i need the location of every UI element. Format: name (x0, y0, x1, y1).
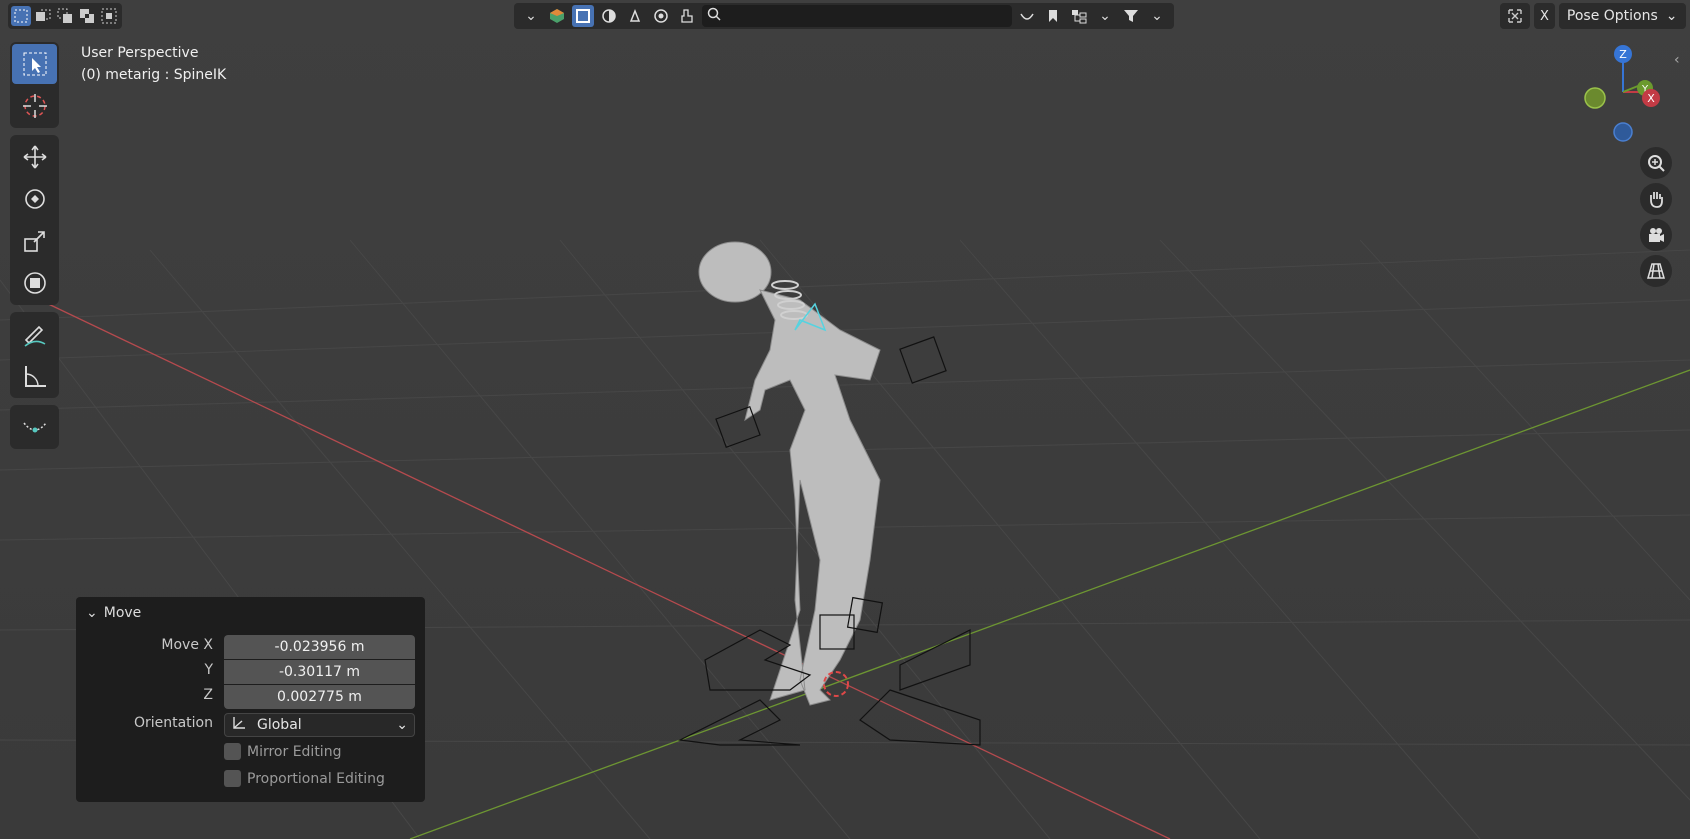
move-y-field[interactable]: -0.30117 m (224, 660, 415, 684)
orientation-label: Orientation (133, 715, 213, 731)
zoom-icon[interactable] (1640, 147, 1672, 179)
solid-shading-icon[interactable] (572, 5, 594, 27)
navigation-gizmo[interactable]: Z Y X (1575, 42, 1675, 152)
rotate-tool[interactable] (12, 179, 57, 219)
measure-tool[interactable] (12, 356, 57, 396)
operator-panel-title: Move (103, 605, 142, 621)
toolbar-transform-group (10, 135, 59, 305)
search-input[interactable] (722, 8, 1006, 24)
scale-tool[interactable] (12, 221, 57, 261)
viewport-info: User Perspective (0) metarig : SpineIK (81, 42, 226, 86)
search-icon (706, 6, 722, 26)
select-box-tool[interactable] (12, 44, 57, 84)
select-intersect-icon[interactable] (99, 6, 119, 26)
viewport-header-tools: ⌄ ⌄ ⌄ (514, 3, 1174, 29)
operator-redo-panel: ⌄ Move Move X -0.023956 m Y -0.30117 m Z… (76, 597, 425, 802)
rendered-shading-icon[interactable] (650, 5, 672, 27)
transform-tool[interactable] (12, 263, 57, 303)
gizmo-neg-y-axis[interactable] (1584, 87, 1606, 109)
material-preview-icon[interactable] (624, 5, 646, 27)
move-x-label: Move X (161, 637, 213, 653)
toolbar-annotate-group (10, 312, 59, 398)
select-subtract-icon[interactable] (55, 6, 75, 26)
object-info: (0) metarig : SpineIK (81, 67, 227, 83)
toolbar-extra-group (10, 405, 59, 449)
mirror-editing-row[interactable]: Mirror Editing (224, 743, 341, 760)
show-gizmo-icon[interactable] (1016, 5, 1038, 27)
overlays-icon[interactable] (676, 5, 698, 27)
wireframe-shading-icon[interactable] (598, 5, 620, 27)
hierarchy-icon[interactable] (1068, 5, 1090, 27)
x-mirror-label: X (1540, 8, 1549, 24)
sidebar-toggle-icon[interactable]: ‹ (1674, 52, 1680, 68)
x-mirror-toggle[interactable]: X (1534, 3, 1555, 29)
transform-affect-only-icon[interactable] (1500, 3, 1530, 29)
orientation-dropdown[interactable]: Global ⌄ (224, 713, 415, 737)
proportional-editing-label: Proportional Editing (247, 770, 385, 787)
bookmark-icon[interactable] (1042, 5, 1064, 27)
chevron-down-icon[interactable]: ⌄ (1094, 5, 1116, 27)
mirror-editing-label: Mirror Editing (247, 743, 342, 760)
orientation-global-icon (231, 715, 247, 735)
move-z-field[interactable]: 0.002775 m (224, 685, 415, 709)
chevron-down-icon: ⌄ (396, 717, 408, 733)
chevron-down-icon: ⌄ (1665, 8, 1678, 24)
chevron-down-icon: ⌄ (86, 605, 98, 621)
view-name: User Perspective (81, 45, 199, 61)
select-extend-icon[interactable] (33, 6, 53, 26)
cursor-tool[interactable] (12, 86, 57, 126)
select-difference-icon[interactable] (77, 6, 97, 26)
relax-pose-tool[interactable] (12, 407, 57, 447)
pose-options-label: Pose Options (1566, 8, 1658, 24)
gizmo-z-label: Z (1619, 48, 1627, 61)
perspective-grid-icon[interactable] (1640, 255, 1672, 287)
filter-icon[interactable] (1120, 5, 1142, 27)
gizmo-x-label: X (1647, 92, 1655, 105)
move-y-label: Y (204, 662, 213, 678)
selection-mode-bar (8, 3, 122, 29)
toolbar-select-group (10, 42, 59, 128)
proportional-editing-checkbox[interactable] (224, 770, 241, 787)
mirror-editing-checkbox[interactable] (224, 743, 241, 760)
select-new-icon[interactable] (11, 6, 31, 26)
move-z-label: Z (203, 687, 213, 703)
chevron-down-icon[interactable]: ⌄ (520, 5, 542, 27)
chevron-down-icon[interactable]: ⌄ (1146, 5, 1168, 27)
camera-icon[interactable] (1640, 219, 1672, 251)
proportional-editing-row[interactable]: Proportional Editing (224, 770, 385, 787)
hand-pan-icon[interactable] (1640, 183, 1672, 215)
operator-panel-header[interactable]: ⌄ Move (86, 605, 141, 621)
orientation-value: Global (257, 717, 302, 733)
search-field[interactable] (702, 5, 1012, 27)
annotate-tool[interactable] (12, 314, 57, 354)
pose-options-dropdown[interactable]: Pose Options ⌄ (1558, 3, 1686, 29)
object-type-visibility-icon[interactable] (546, 5, 568, 27)
gizmo-neg-z-axis[interactable] (1613, 122, 1633, 142)
move-tool[interactable] (12, 137, 57, 177)
header-right-tools: X Pose Options ⌄ (1500, 3, 1686, 29)
move-x-field[interactable]: -0.023956 m (224, 635, 415, 659)
